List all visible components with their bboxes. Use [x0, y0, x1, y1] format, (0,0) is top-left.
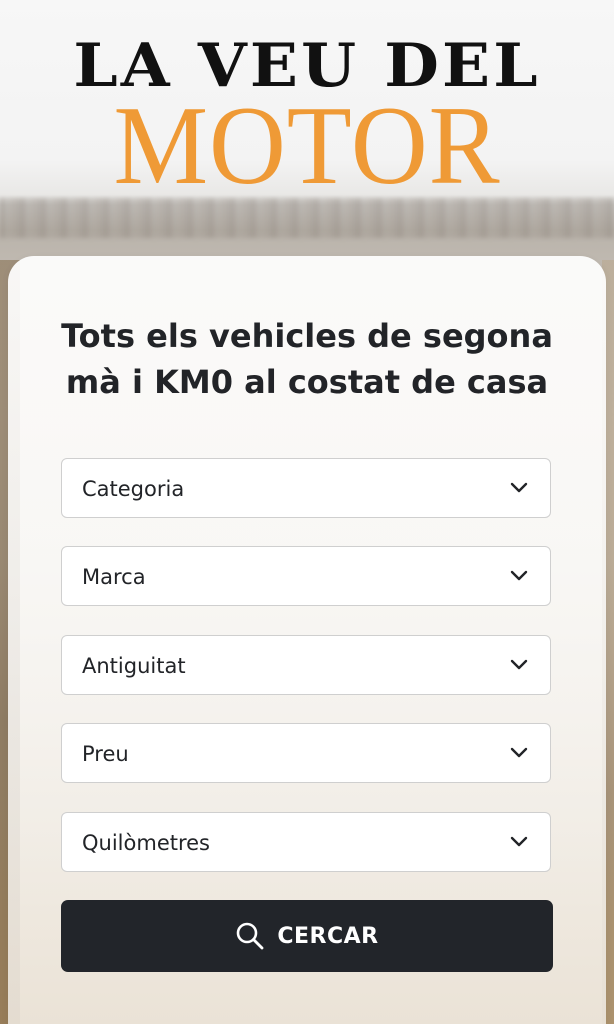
- chevron-down-icon: [510, 836, 528, 847]
- kilometers-select-label: Quilòmetres: [82, 831, 210, 855]
- brand-select[interactable]: Marca: [61, 546, 551, 606]
- age-select[interactable]: Antiguitat: [61, 635, 551, 695]
- brand-select-label: Marca: [82, 565, 146, 589]
- search-icon: [237, 922, 264, 950]
- chevron-down-icon: [510, 482, 528, 493]
- chevron-down-icon: [510, 659, 528, 670]
- age-select-label: Antiguitat: [82, 654, 186, 678]
- search-headline: Tots els vehicles de segona mà i KM0 al …: [61, 317, 553, 401]
- search-button[interactable]: CERCAR: [61, 900, 553, 972]
- chevron-down-icon: [510, 570, 528, 581]
- price-select-label: Preu: [82, 742, 129, 766]
- kilometers-select[interactable]: Quilòmetres: [61, 812, 551, 872]
- logo-line-2: MOTOR: [113, 84, 501, 208]
- category-select[interactable]: Categoria: [61, 458, 551, 518]
- category-select-label: Categoria: [82, 477, 185, 501]
- chevron-down-icon: [510, 747, 528, 758]
- search-button-label: CERCAR: [277, 923, 379, 949]
- site-logo[interactable]: LA VEU DEL MOTOR: [0, 30, 614, 208]
- price-select[interactable]: Preu: [61, 723, 551, 783]
